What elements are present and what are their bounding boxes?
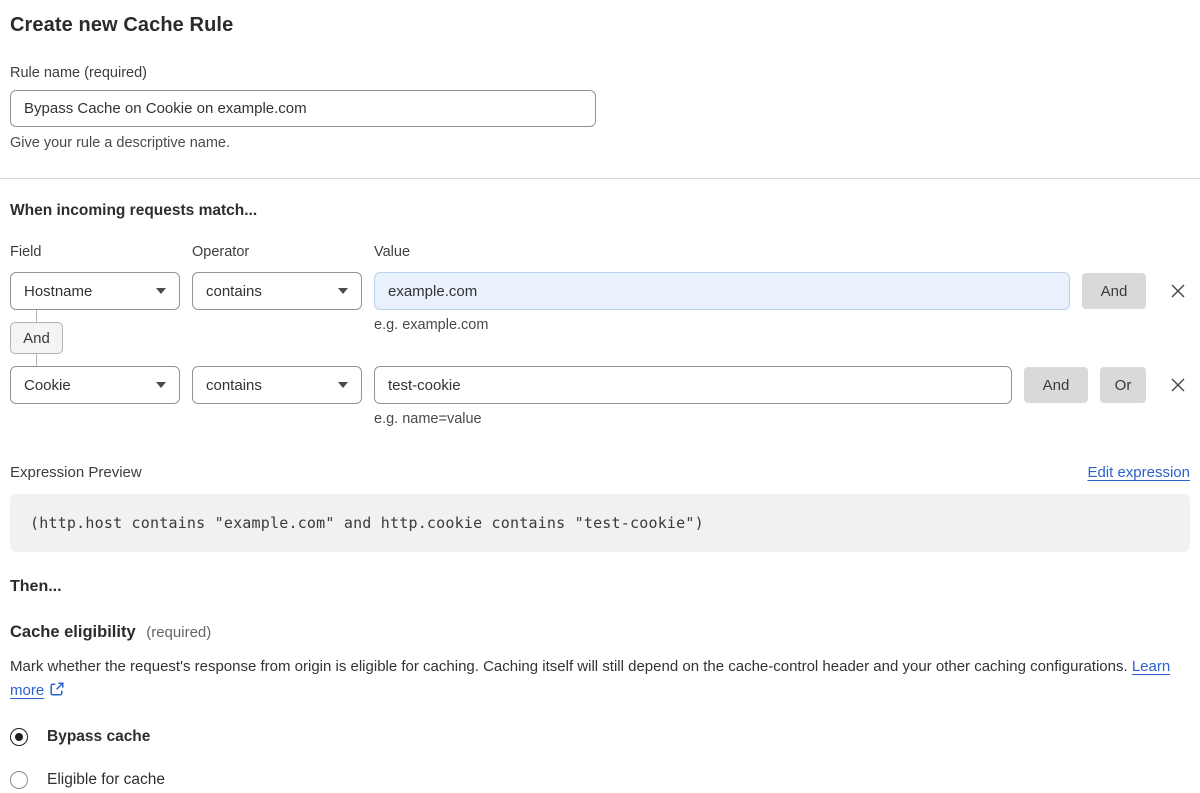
- chevron-down-icon: [156, 382, 166, 388]
- operator-column-label: Operator: [192, 244, 250, 260]
- value-column-label: Value: [374, 244, 411, 260]
- chevron-down-icon: [338, 288, 348, 294]
- remove-condition-button[interactable]: [1166, 279, 1190, 303]
- field-column-label: Field: [10, 244, 42, 260]
- rule-name-label: Rule name (required): [10, 65, 148, 81]
- x-icon: [1171, 284, 1185, 298]
- add-or-condition-button[interactable]: Or: [1100, 367, 1146, 403]
- field-select[interactable]: Hostname: [10, 272, 180, 310]
- then-heading: Then...: [10, 578, 62, 595]
- expression-preview-header: Expression Preview Edit expression: [10, 464, 1190, 481]
- condition-row-1: Hostname contains And: [10, 272, 1190, 310]
- value-input[interactable]: [374, 272, 1070, 310]
- connector-line: [36, 354, 37, 366]
- cache-eligibility-heading: Cache eligibility (required): [10, 623, 1190, 642]
- option-bypass-cache[interactable]: Bypass cache: [10, 728, 150, 746]
- field-select[interactable]: Cookie: [10, 366, 180, 404]
- radio-unselected-icon[interactable]: [10, 771, 28, 789]
- operator-select[interactable]: contains: [192, 366, 362, 404]
- edit-expression-link[interactable]: Edit expression: [1087, 464, 1190, 481]
- cache-eligibility-title: Cache eligibility: [10, 623, 136, 641]
- value-hint: e.g. name=value: [374, 411, 482, 427]
- section-divider: [0, 178, 1200, 179]
- operator-select-value: contains: [206, 376, 262, 394]
- rule-name-helper: Give your rule a descriptive name.: [10, 135, 231, 151]
- page-title: Create new Cache Rule: [10, 14, 234, 36]
- rule-name-input[interactable]: [10, 90, 596, 127]
- required-note: (required): [146, 624, 212, 641]
- expression-code-block: (http.host contains "example.com" and ht…: [10, 494, 1190, 552]
- condition-row-2: Cookie contains And Or: [10, 366, 1190, 404]
- radio-selected-icon[interactable]: [10, 728, 28, 746]
- expression-preview-label: Expression Preview: [10, 464, 142, 481]
- chevron-down-icon: [338, 382, 348, 388]
- connector-and-button[interactable]: And: [10, 322, 63, 354]
- match-heading: When incoming requests match...: [10, 202, 258, 219]
- hint-band: e.g. name=value: [10, 404, 1190, 428]
- operator-select[interactable]: contains: [192, 272, 362, 310]
- description-text: Mark whether the request's response from…: [10, 658, 1128, 675]
- option-eligible-for-cache[interactable]: Eligible for cache: [10, 771, 165, 789]
- operator-select-value: contains: [206, 282, 262, 300]
- create-cache-rule-page: Create new Cache Rule Rule name (require…: [0, 0, 1200, 793]
- connector-line: [36, 310, 37, 322]
- x-icon: [1171, 378, 1185, 392]
- connector-band: And e.g. example.com: [10, 310, 1190, 366]
- field-select-value: Cookie: [24, 376, 71, 394]
- chevron-down-icon: [156, 288, 166, 294]
- add-and-condition-button[interactable]: And: [1082, 273, 1146, 309]
- field-select-value: Hostname: [24, 282, 93, 300]
- value-hint: e.g. example.com: [374, 317, 489, 333]
- add-and-condition-button[interactable]: And: [1024, 367, 1088, 403]
- value-input[interactable]: [374, 366, 1012, 404]
- radio-label: Bypass cache: [47, 728, 151, 745]
- condition-column-headers: Field Operator Value: [10, 244, 1190, 260]
- radio-label: Eligible for cache: [47, 771, 166, 788]
- external-link-icon: [50, 682, 64, 696]
- cache-eligibility-description: Mark whether the request's response from…: [10, 655, 1172, 703]
- remove-condition-button[interactable]: [1166, 373, 1190, 397]
